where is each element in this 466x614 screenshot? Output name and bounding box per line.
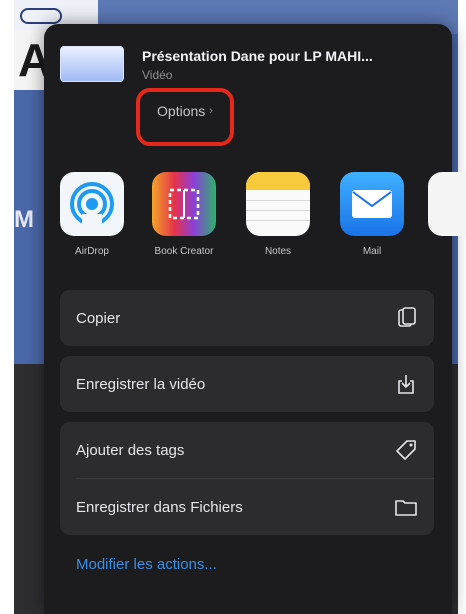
app-label: Mail	[362, 246, 382, 257]
action-group-save-video: Enregistrer la vidéo	[60, 356, 434, 412]
share-sheet: Présentation Dane pour LP MAHI... Vidéo …	[44, 24, 466, 614]
app-label: Book Creator	[154, 246, 214, 257]
app-book-creator[interactable]: Book Creator	[148, 172, 220, 257]
save-video-label: Enregistrer la vidéo	[76, 375, 206, 393]
action-group-files: Ajouter des tags Enregistrer dans Fichie…	[60, 422, 434, 535]
options-label: Options	[157, 103, 206, 119]
options-button[interactable]: Options ›	[136, 88, 234, 146]
edit-actions-link[interactable]: Modifier les actions...	[76, 556, 217, 573]
copy-label: Copier	[76, 309, 121, 327]
partial-app-icon	[428, 172, 466, 236]
copy-action[interactable]: Copier	[60, 290, 434, 346]
mail-icon	[340, 172, 404, 236]
document-subtitle: Vidéo	[142, 68, 173, 82]
app-label: Notes	[264, 246, 292, 257]
app-mail[interactable]: Mail	[336, 172, 408, 257]
action-group-copy: Copier	[60, 290, 434, 346]
app-label: AirDrop	[75, 246, 109, 257]
document-title: Présentation Dane pour LP MAHI...	[142, 48, 373, 64]
copy-icon	[394, 306, 418, 330]
app-notes[interactable]: Notes	[242, 172, 314, 257]
save-to-files-action[interactable]: Enregistrer dans Fichiers	[60, 479, 434, 535]
download-icon	[394, 372, 418, 396]
document-thumbnail	[60, 46, 124, 82]
app-partial[interactable]	[428, 172, 466, 236]
airdrop-icon	[60, 172, 124, 236]
add-tags-label: Ajouter des tags	[76, 441, 185, 459]
notes-icon	[246, 172, 310, 236]
folder-icon	[394, 495, 418, 519]
chevron-right-icon: ›	[209, 105, 213, 117]
background-letter-left: M	[14, 206, 34, 233]
save-video-action[interactable]: Enregistrer la vidéo	[60, 356, 434, 412]
save-to-files-label: Enregistrer dans Fichiers	[76, 498, 243, 516]
add-tags-action[interactable]: Ajouter des tags	[60, 422, 434, 478]
tag-icon	[394, 438, 418, 462]
book-creator-icon	[152, 172, 216, 236]
app-row: AirDrop Book Creator Notes Mail	[44, 172, 466, 272]
app-airdrop[interactable]: AirDrop	[56, 172, 128, 257]
